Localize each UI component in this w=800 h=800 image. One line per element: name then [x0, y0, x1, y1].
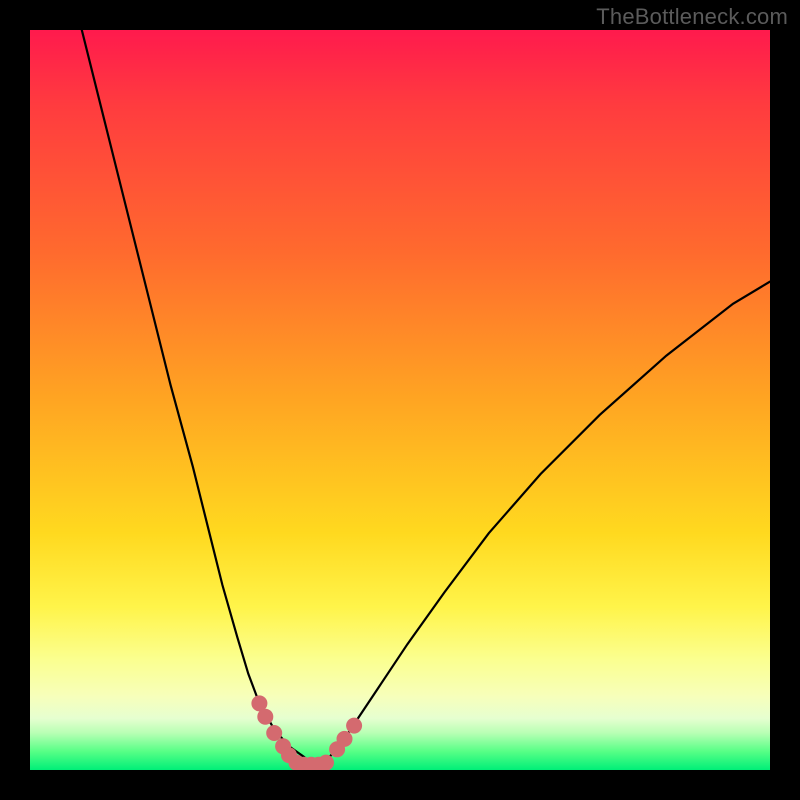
bottleneck-curve [82, 30, 770, 763]
highlight-dot [266, 725, 282, 741]
highlight-markers [251, 695, 362, 770]
highlight-dot [257, 709, 273, 725]
highlight-dot [337, 731, 353, 747]
plot-area [30, 30, 770, 770]
curve-svg [30, 30, 770, 770]
highlight-dot [318, 755, 334, 770]
watermark-text: TheBottleneck.com [596, 4, 788, 30]
highlight-dot [346, 718, 362, 734]
chart-frame: TheBottleneck.com [0, 0, 800, 800]
